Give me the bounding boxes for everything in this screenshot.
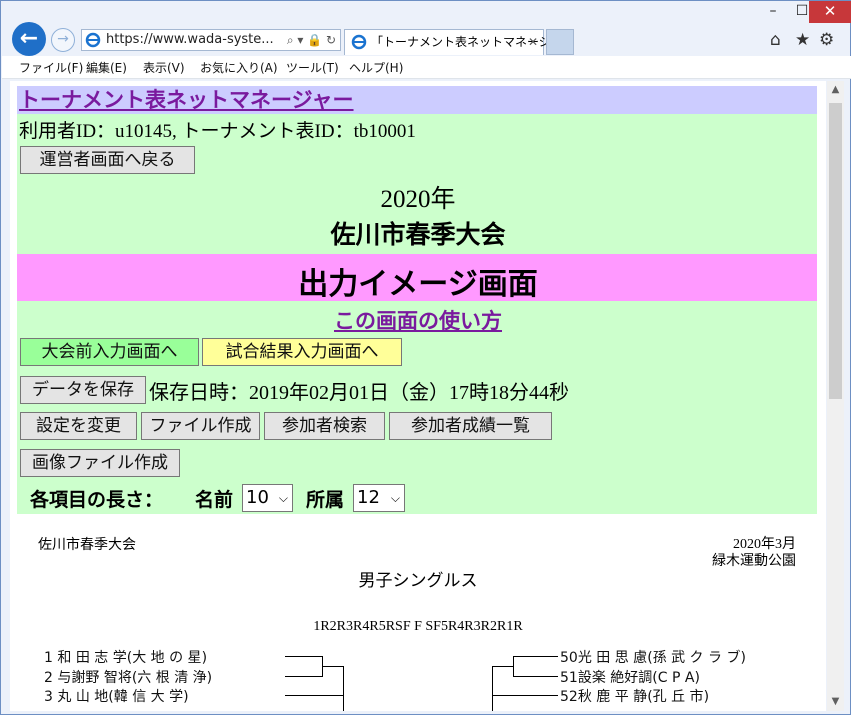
entry-affil: 孔 丘 市 (652, 689, 704, 705)
entry-no: 50 (560, 650, 578, 666)
result-input-button[interactable]: 試合結果入力画面へ (202, 338, 402, 366)
affil-length-value: 12 (357, 487, 380, 508)
screen-title: 出力イメージ画面 (298, 267, 538, 302)
page-viewport: トーナメント表ネットマネージャー 利用者ID：u10145, トーナメント表ID… (10, 81, 826, 711)
menu-help[interactable]: ヘルプ(H) (349, 59, 403, 76)
left-entry-2: 2 与謝野 智将(六 根 清 浄) (44, 670, 213, 686)
entry-name: 設楽 絶好調 (577, 670, 653, 686)
affil-length-label: 所属 (306, 489, 345, 511)
bracket-line (513, 676, 558, 677)
entry-no: 3 (44, 689, 53, 705)
entry-no: 2 (44, 670, 53, 686)
bracket-line (285, 695, 344, 696)
howto-link[interactable]: この画面の使い方 (10, 305, 826, 335)
entry-no: 1 (44, 650, 53, 666)
entry-name: 秋 鹿 平 静 (577, 689, 648, 705)
app-title-bar: トーナメント表ネットマネージャー (17, 86, 817, 114)
address-bar[interactable]: https://www.wada-syste... ⌕ ▾ 🔒 ↻ (81, 29, 341, 51)
entry-affil: 韓 信 大 学 (113, 689, 184, 705)
name-length-select[interactable]: 10 ⌵ (242, 484, 293, 512)
chevron-down-icon: ⌵ (278, 491, 288, 505)
event-heading: 佐川市春季大会 (330, 220, 506, 249)
ie-logo-icon (85, 32, 101, 48)
make-image-button[interactable]: 画像ファイル作成 (20, 449, 180, 477)
tab-close-icon[interactable]: ✕ (528, 30, 538, 54)
preview-event: 佐川市春季大会 (38, 537, 136, 553)
entry-no: 51 (560, 670, 578, 686)
entry-name: 光 田 思 慮 (577, 650, 648, 666)
user-info: 利用者ID：u10145, トーナメント表ID：tb10001 (19, 121, 416, 142)
gear-icon[interactable]: ⚙ (819, 30, 834, 50)
preview-rounds: 1R2R3R4R5RSF F SF5R4R3R2R1R (313, 619, 523, 634)
forward-arrow-icon[interactable]: → (51, 28, 75, 52)
name-length-value: 10 (246, 487, 269, 508)
new-tab-button[interactable] (546, 29, 574, 55)
bracket-line (492, 666, 514, 667)
minimize-button[interactable]: – (758, 1, 788, 23)
entry-name: 与謝野 智将 (57, 670, 132, 686)
save-data-button[interactable]: データを保存 (20, 376, 146, 404)
back-arrow-icon[interactable]: ← (12, 22, 46, 56)
close-window-button[interactable]: ✕ (809, 1, 851, 23)
right-entry-52: 52秋 鹿 平 静(孔 丘 市) (560, 689, 710, 705)
entry-no: 52 (560, 689, 578, 705)
left-entry-1: 1 和 田 志 学(大 地 の 星) (44, 650, 208, 666)
browser-window: – ☐ ✕ ← → https://www.wada-syste... ⌕ ▾ … (0, 0, 851, 715)
right-entry-51: 51設楽 絶好調(C P A) (560, 670, 700, 686)
menu-bar: ファイル(F) 編集(E) 表示(V) お気に入り(A) ツール(T) ヘルプ(… (2, 56, 851, 79)
preview-category: 男子シングルス (358, 571, 478, 591)
settings-button[interactable]: 設定を変更 (20, 412, 137, 440)
url-text: https://www.wada-syste... (106, 32, 274, 47)
scrollbar-thumb[interactable] (829, 103, 842, 399)
scroll-up-icon[interactable]: ▲ (827, 81, 844, 99)
pre-input-button[interactable]: 大会前入力画面へ (20, 338, 199, 366)
entry-name: 丸 山 地 (57, 689, 109, 705)
bracket-line (343, 666, 344, 711)
scroll-down-icon[interactable]: ▼ (827, 693, 844, 711)
ie-logo-icon (351, 34, 367, 50)
left-entry-3: 3 丸 山 地(韓 信 大 学) (44, 689, 189, 705)
bracket-line (492, 695, 558, 696)
browser-tab[interactable]: 「トーナメント表ネットマネージャ... ✕ (344, 29, 574, 55)
menu-tools[interactable]: ツール(T) (286, 59, 339, 76)
results-list-button[interactable]: 参加者成績一覧 (389, 412, 552, 440)
app-title-link[interactable]: トーナメント表ネットマネージャー (19, 86, 354, 114)
name-length-label: 名前 (195, 489, 234, 511)
entry-affil: 六 根 清 浄 (137, 670, 207, 686)
entry-name: 和 田 志 学 (57, 650, 127, 666)
year-heading: 2020年 (380, 186, 456, 213)
entry-affil: 大 地 の 星 (132, 650, 202, 666)
star-icon[interactable]: ★ (795, 30, 810, 50)
affil-length-select[interactable]: 12 ⌵ (353, 484, 405, 512)
make-file-button[interactable]: ファイル作成 (141, 412, 260, 440)
back-to-admin-button[interactable]: 運営者画面へ戻る (20, 146, 195, 174)
entry-affil: C P A (657, 670, 695, 686)
menu-file[interactable]: ファイル(F) (19, 59, 83, 76)
entry-affil: 孫 武 ク ラ ブ (652, 650, 741, 666)
bracket-line (285, 656, 323, 657)
bracket-line (492, 666, 493, 711)
tab-title: 「トーナメント表ネットマネージャ... (371, 35, 574, 49)
bracket-line (322, 666, 344, 667)
search-participant-button[interactable]: 参加者検索 (264, 412, 385, 440)
address-actions[interactable]: ⌕ ▾ 🔒 ↻ (287, 30, 336, 50)
bracket-line (285, 676, 323, 677)
save-time: 保存日時：2019年02月01日（金）17時18分44秒 (149, 382, 569, 404)
length-label: 各項目の長さ： (30, 489, 164, 511)
bracket-line (513, 656, 558, 657)
chevron-down-icon: ⌵ (390, 491, 400, 505)
menu-edit[interactable]: 編集(E) (86, 59, 127, 76)
home-icon[interactable]: ⌂ (770, 30, 781, 50)
vertical-scrollbar[interactable]: ▲ ▼ (827, 81, 844, 711)
right-entry-50: 50光 田 思 慮(孫 武 ク ラ ブ) (560, 650, 746, 666)
menu-favorites[interactable]: お気に入り(A) (200, 59, 278, 76)
menu-view[interactable]: 表示(V) (143, 59, 185, 76)
